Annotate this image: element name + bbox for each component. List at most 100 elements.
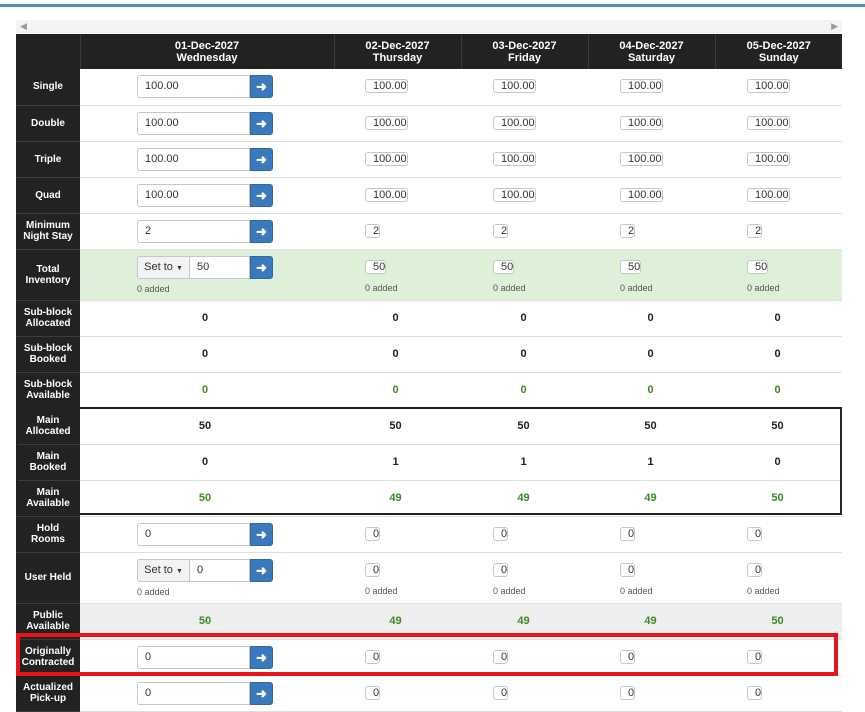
scroll-right-icon[interactable]: ▶ (831, 20, 838, 33)
caret-down-icon: ▼ (175, 264, 183, 272)
rate-input[interactable]: 100.00 (137, 111, 250, 135)
pickup-input[interactable]: 0 (493, 685, 509, 700)
value-cell: 49 (644, 615, 657, 627)
rate-input[interactable]: 100.00 (365, 187, 408, 202)
value-cell: 50 (198, 420, 212, 432)
rate-input[interactable]: 100.00 (620, 79, 663, 94)
value-cell: 50 (644, 420, 657, 432)
rate-input[interactable]: 100.00 (137, 147, 250, 171)
pickup-input[interactable]: 0 (620, 685, 636, 700)
inventory-input[interactable]: 50 (620, 259, 642, 274)
hold-rooms-input[interactable]: 0 (137, 522, 250, 546)
inventory-input[interactable]: 50 (365, 259, 387, 274)
arrow-right-icon[interactable]: ➜ (250, 75, 273, 99)
inventory-input[interactable]: 50 (190, 255, 250, 279)
rate-row-triple: Triple 100.00 ➜ 100.00 100.00 100.00 100.… (16, 141, 842, 178)
inventory-input[interactable]: 50 (493, 259, 515, 274)
user-held-input[interactable]: 0 (365, 562, 381, 577)
user-held-input[interactable]: 0 (190, 558, 250, 582)
pickup-input[interactable]: 0 (137, 681, 250, 705)
inventory-input[interactable]: 50 (747, 259, 769, 274)
contracted-input[interactable]: 0 (365, 649, 381, 664)
contracted-input[interactable]: 0 (620, 649, 636, 664)
row-label: Originally Contracted (16, 639, 80, 676)
rate-input[interactable]: 100.00 (620, 187, 663, 202)
row-label: Sub-block Available (16, 372, 80, 409)
rate-input[interactable]: 100.00 (620, 115, 663, 130)
arrow-right-icon[interactable]: ➜ (250, 522, 273, 546)
min-night-input[interactable]: 2 (747, 223, 763, 238)
contracted-input[interactable]: 0 (493, 649, 509, 664)
min-night-input[interactable]: 2 (365, 223, 381, 238)
value-cell: 0 (392, 384, 399, 396)
rate-input[interactable]: 100.00 (493, 115, 536, 130)
min-night-input[interactable]: 2 (620, 223, 636, 238)
value-cell: 49 (517, 492, 530, 504)
arrow-right-icon[interactable]: ➜ (250, 645, 273, 669)
added-count: 0 added (747, 585, 780, 596)
arrow-right-icon[interactable]: ➜ (250, 255, 273, 279)
top-accent-bar (0, 4, 865, 7)
rate-input[interactable]: 100.00 (747, 115, 790, 130)
user-held-input[interactable]: 0 (493, 562, 509, 577)
header-day: Friday (507, 51, 541, 64)
row-label: Main Booked (16, 444, 80, 481)
set-to-dropdown[interactable]: Set to ▼ (137, 558, 190, 582)
arrow-right-icon[interactable]: ➜ (250, 558, 273, 582)
hold-rooms-input[interactable]: 0 (747, 526, 763, 541)
contracted-input[interactable]: 0 (747, 649, 763, 664)
rate-input[interactable]: 100.00 (747, 151, 790, 166)
hold-rooms-input[interactable]: 0 (365, 526, 381, 541)
arrow-right-icon[interactable]: ➜ (250, 147, 273, 171)
arrow-right-icon[interactable]: ➜ (250, 681, 273, 705)
added-count: 0 added (137, 283, 170, 294)
rate-input[interactable]: 100.00 (493, 187, 536, 202)
user-held-input[interactable]: 0 (620, 562, 636, 577)
rate-row-single: Single 100.00 ➜ 100.00 100.00 100.00 100.… (16, 69, 842, 106)
min-night-input[interactable]: 2 (137, 219, 250, 243)
user-held-row: User Held Set to ▼ 0 ➜ 0 added 00 added 00… (16, 552, 842, 604)
added-count: 0 added (747, 282, 780, 293)
row-label: Single (16, 69, 80, 106)
horizontal-scrollbar[interactable]: ◀ ▶ (16, 20, 842, 33)
rate-input[interactable]: 100.00 (137, 183, 250, 207)
rate-input[interactable]: 100.00 (493, 151, 536, 166)
row-label: Main Available (16, 480, 80, 517)
rate-input[interactable]: 100.00 (137, 75, 250, 99)
user-held-input[interactable]: 0 (747, 562, 763, 577)
hold-rooms-input[interactable]: 0 (620, 526, 636, 541)
added-count: 0 added (493, 585, 526, 596)
scroll-left-icon[interactable]: ◀ (20, 20, 27, 33)
pickup-input[interactable]: 0 (747, 685, 763, 700)
contracted-input[interactable]: 0 (137, 645, 250, 669)
value-cell: 50 (771, 492, 784, 504)
arrow-right-icon[interactable]: ➜ (250, 183, 273, 207)
date-header: 01-Dec-2027 Wednesday (79, 34, 334, 69)
sub-block-booked-row: Sub-block Booked 0 0 0 0 0 (16, 336, 842, 373)
set-to-dropdown[interactable]: Set to ▼ (137, 255, 190, 279)
value-cell: 50 (198, 492, 212, 504)
rate-row-quad: Quad 100.00 ➜ 100.00 100.00 100.00 100.00 (16, 177, 842, 214)
pickup-input[interactable]: 0 (365, 685, 381, 700)
rate-input[interactable]: 100.00 (365, 115, 408, 130)
value-cell: 0 (774, 456, 781, 468)
arrow-right-icon[interactable]: ➜ (250, 219, 273, 243)
rate-input[interactable]: 100.00 (747, 187, 790, 202)
added-count: 0 added (137, 586, 170, 597)
arrow-right-icon[interactable]: ➜ (250, 111, 273, 135)
header-date: 05-Dec-2027 (746, 39, 811, 52)
rate-input[interactable]: 100.00 (493, 79, 536, 94)
value-cell: 0 (647, 384, 654, 396)
rate-input[interactable]: 100.00 (747, 79, 790, 94)
hold-rooms-input[interactable]: 0 (493, 526, 509, 541)
row-label: User Held (16, 552, 80, 604)
header-date: 02-Dec-2027 (365, 39, 430, 52)
hold-rooms-row: Hold Rooms 0 ➜ 0 0 0 0 (16, 516, 842, 553)
rate-input[interactable]: 100.00 (620, 151, 663, 166)
row-label: Total Inventory (16, 249, 80, 301)
rate-input[interactable]: 100.00 (365, 79, 408, 94)
rate-input[interactable]: 100.00 (365, 151, 408, 166)
date-header: 02-Dec-2027 Thursday (333, 34, 461, 69)
row-label: Public Available (16, 603, 80, 640)
min-night-input[interactable]: 2 (493, 223, 509, 238)
